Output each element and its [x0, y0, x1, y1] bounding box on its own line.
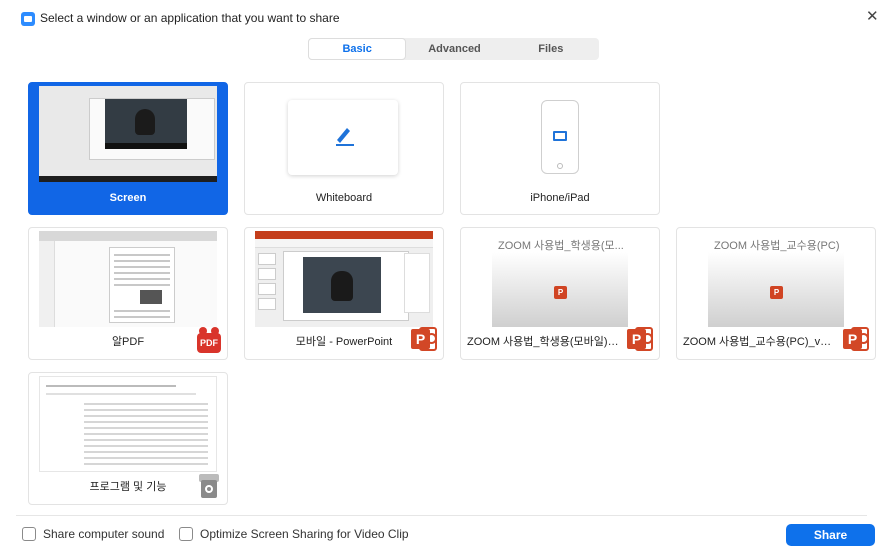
footer-divider [16, 515, 867, 516]
powerpoint-icon: P [627, 327, 653, 353]
tile-alpdf[interactable]: 알PDF PDF [28, 227, 228, 360]
whiteboard-card [288, 100, 398, 175]
share-category-tabs: Basic Advanced Files [308, 38, 599, 60]
powerpoint-icon: P [843, 327, 869, 353]
powerpoint-icon: P [411, 327, 437, 353]
tab-advanced[interactable]: Advanced [406, 38, 502, 60]
tile-powerpoint-mobile[interactable]: 모바일 - PowerPoint P [244, 227, 444, 360]
window-title: Select a window or an application that y… [40, 11, 340, 25]
tile-screen[interactable]: Screen [28, 82, 228, 215]
optimize-video-label: Optimize Screen Sharing for Video Clip [200, 527, 409, 541]
tab-basic[interactable]: Basic [308, 38, 407, 60]
screen-thumbnail [39, 86, 217, 182]
tile-label: ZOOM 사용법_교수용(PC)_v2.0.p... [683, 336, 835, 348]
powerpoint-mini-icon: P [770, 286, 783, 299]
airplay-icon [553, 131, 567, 141]
alpdf-app-icon: PDF [197, 327, 221, 355]
tile-zoom-guide-professor[interactable]: ZOOM 사용법_교수용(PC)... P ZOOM 사용법_교수용(PC)_v… [676, 227, 876, 360]
zoom-app-icon [21, 12, 35, 26]
share-sound-label: Share computer sound [43, 527, 165, 541]
tab-files[interactable]: Files [503, 38, 599, 60]
pdf-window-thumbnail [39, 231, 217, 327]
tile-whiteboard[interactable]: Whiteboard [244, 82, 444, 215]
tile-iphone-ipad[interactable]: iPhone/iPad [460, 82, 660, 215]
tile-label: iPhone/iPad [530, 192, 590, 204]
phone-icon [541, 100, 579, 174]
programs-window-thumbnail [39, 376, 217, 472]
title-bar: Select a window or an application that y… [0, 0, 883, 36]
doc-thumb-title: ZOOM 사용법_교수용(PC)... [714, 240, 840, 252]
zoom-professor-doc-thumbnail: ZOOM 사용법_교수용(PC)... P [708, 231, 844, 327]
powerpoint-mini-icon: P [554, 286, 567, 299]
share-sound-checkbox[interactable] [22, 527, 36, 541]
tile-label: Screen [109, 192, 147, 204]
tile-label: Whiteboard [315, 192, 373, 204]
zoom-student-doc-thumbnail: ZOOM 사용법_학생용(모... P [492, 231, 628, 327]
optimize-video-checkbox[interactable] [179, 527, 193, 541]
share-sound-option: Share computer sound [22, 527, 164, 541]
share-button[interactable]: Share [786, 524, 875, 546]
tile-label: ZOOM 사용법_학생용(모바일)_v... [467, 336, 619, 348]
tile-zoom-guide-student[interactable]: ZOOM 사용법_학생용(모... P ZOOM 사용법_학생용(모바일)_v.… [460, 227, 660, 360]
doc-thumb-title: ZOOM 사용법_학생용(모... [498, 240, 624, 252]
programs-features-icon [199, 474, 219, 498]
powerpoint-window-thumbnail [255, 231, 433, 327]
taskbar [39, 176, 217, 182]
tile-programs-features[interactable]: 프로그램 및 기능 [28, 372, 228, 505]
pen-icon [336, 128, 354, 146]
tile-label: 프로그램 및 기능 [89, 481, 167, 493]
optimize-video-option: Optimize Screen Sharing for Video Clip [179, 527, 409, 541]
close-icon[interactable]: ✕ [866, 9, 879, 25]
